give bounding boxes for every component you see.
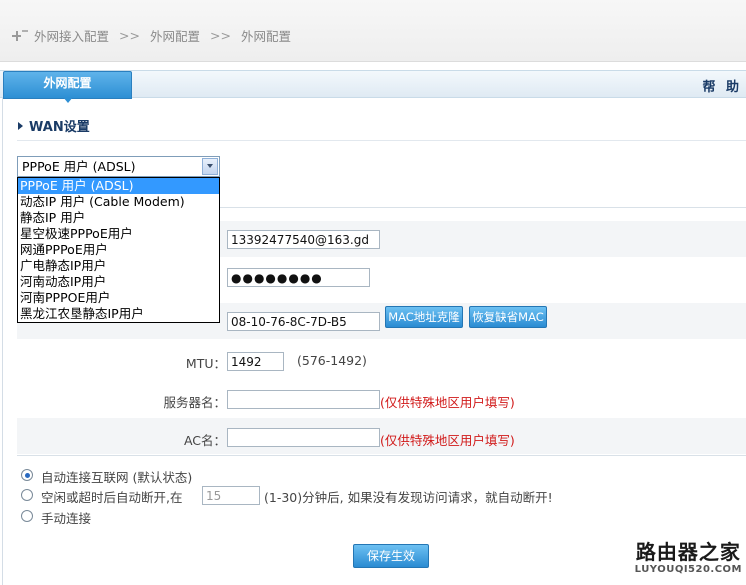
- chevron-down-icon[interactable]: [202, 158, 218, 175]
- dropdown-option-pppoe[interactable]: PPPoE 用户 (ADSL): [18, 178, 219, 194]
- dropdown-option-static-ip[interactable]: 静态IP 用户: [18, 210, 219, 226]
- breadcrumb-item-3: 外网配置: [240, 29, 291, 44]
- manual-connect-label[interactable]: 手动连接: [41, 508, 91, 527]
- section-divider: [17, 140, 746, 141]
- breadcrumb-item-1[interactable]: 外网接入配置: [34, 26, 109, 45]
- tab-bar: 外网配置 帮 助: [0, 70, 746, 103]
- ac-name-label: AC名：: [183, 433, 226, 448]
- ac-name-hint: (仅供特殊地区用户填写): [380, 433, 515, 448]
- dropdown-option-henan-pppoe[interactable]: 河南PPPOE用户: [18, 290, 219, 306]
- mac-restore-button[interactable]: 恢复缺省MAC: [469, 306, 547, 328]
- connection-type-value: PPPoE 用户 (ADSL): [22, 159, 136, 174]
- breadcrumb-separator: >>: [209, 28, 231, 43]
- breadcrumb: 外网接入配置 >> 外网配置 >> 外网配置: [12, 26, 291, 45]
- dropdown-option-heilongjiang-static[interactable]: 黑龙江农垦静态IP用户: [18, 306, 219, 322]
- ac-name-input[interactable]: [227, 428, 380, 447]
- dropdown-option-guangdian-static[interactable]: 广电静态IP用户: [18, 258, 219, 274]
- add-plus-icon: [12, 29, 30, 43]
- connection-type-select[interactable]: PPPoE 用户 (ADSL): [17, 156, 220, 177]
- dropdown-option-dynamic-ip[interactable]: 动态IP 用户 (Cable Modem): [18, 194, 219, 210]
- dropdown-option-wangtong-pppoe[interactable]: 网通PPPoE用户: [18, 242, 219, 258]
- mac-address-input[interactable]: [227, 312, 380, 331]
- divider: [17, 455, 746, 456]
- mtu-range-hint: (576-1492): [297, 353, 367, 368]
- account-input[interactable]: [227, 230, 380, 249]
- mtu-label: MTU：: [185, 356, 226, 371]
- triangle-right-icon: [18, 121, 23, 130]
- dropdown-option-henan-dynamic[interactable]: 河南动态IP用户: [18, 274, 219, 290]
- password-input[interactable]: [227, 268, 370, 287]
- section-title: WAN设置: [18, 116, 90, 135]
- idle-disconnect-hint: (1-30)分钟后, 如果没有发现访问请求，就自动断开!: [264, 490, 553, 505]
- breadcrumb-bar: 外网接入配置 >> 外网配置 >> 外网配置: [0, 0, 746, 62]
- auto-connect-label[interactable]: 自动连接互联网 (默认状态): [41, 467, 192, 486]
- mac-clone-button[interactable]: MAC地址克隆: [385, 306, 463, 328]
- save-button[interactable]: 保存生效: [353, 544, 429, 568]
- server-name-hint: (仅供特殊地区用户填写): [380, 395, 515, 410]
- mtu-input[interactable]: [227, 352, 284, 371]
- section-title-text: WAN设置: [29, 120, 90, 135]
- idle-disconnect-label[interactable]: 空闲或超时后自动断开,在: [41, 487, 182, 506]
- tab-wan-config[interactable]: 外网配置: [3, 71, 132, 99]
- idle-minutes-input[interactable]: [202, 486, 260, 505]
- watermark-main: 路由器之家: [635, 540, 741, 564]
- watermark-sub: LUYOUQI520.COM: [634, 564, 742, 575]
- dropdown-option-xingkong-pppoe[interactable]: 星空极速PPPoE用户: [18, 226, 219, 242]
- connection-type-dropdown[interactable]: PPPoE 用户 (ADSL) 动态IP 用户 (Cable Modem) 静态…: [17, 177, 220, 323]
- auto-connect-radio[interactable]: [21, 469, 33, 481]
- manual-connect-radio[interactable]: [21, 510, 33, 522]
- breadcrumb-separator: >>: [119, 28, 140, 43]
- help-link[interactable]: 帮 助: [702, 76, 742, 95]
- server-name-label: 服务器名：: [163, 395, 226, 410]
- watermark-logo: 路由器之家 LUYOUQI520.COM: [635, 540, 742, 575]
- breadcrumb-item-2[interactable]: 外网配置: [150, 26, 200, 45]
- idle-disconnect-radio[interactable]: [21, 489, 33, 501]
- server-name-input[interactable]: [227, 390, 380, 409]
